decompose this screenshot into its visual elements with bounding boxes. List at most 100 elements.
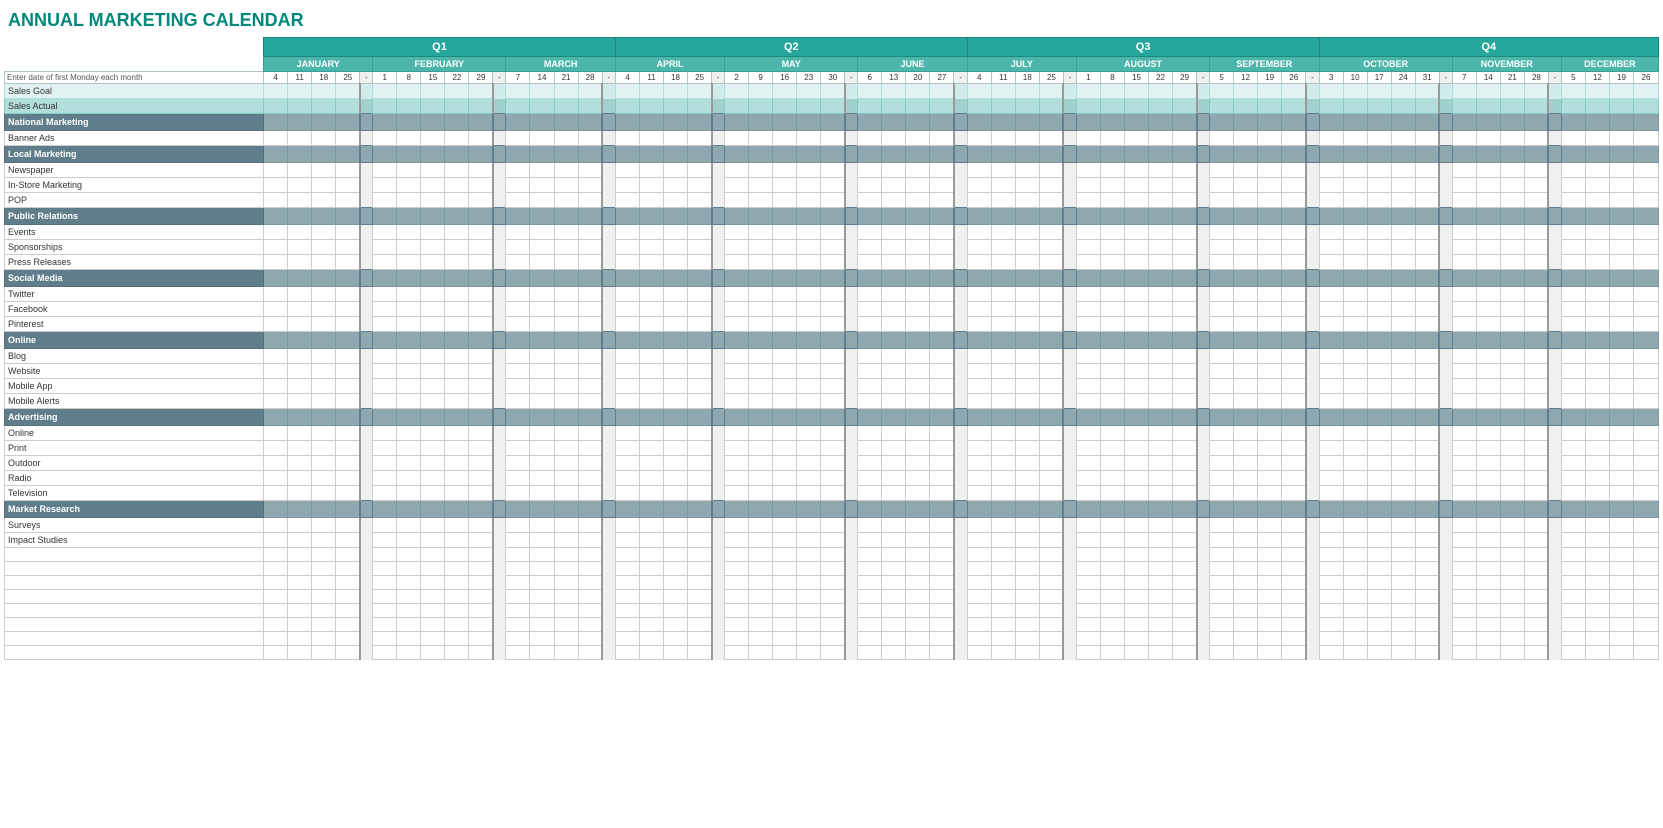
grid-cell[interactable] [336,193,360,208]
grid-cell[interactable] [336,518,360,533]
grid-cell[interactable] [725,562,749,576]
grid-cell[interactable] [554,349,578,364]
grid-cell[interactable] [288,590,312,604]
grid-cell[interactable] [264,270,288,287]
grid-cell[interactable] [1500,178,1524,193]
grid-cell[interactable] [664,576,688,590]
grid-cell[interactable] [1609,270,1633,287]
grid-cell[interactable] [930,131,954,146]
grid-cell[interactable] [530,533,554,548]
grid-cell[interactable] [1149,302,1173,317]
grid-cell[interactable] [930,576,954,590]
grid-cell[interactable] [1258,317,1282,332]
grid-cell[interactable] [397,646,421,660]
grid-cell[interactable] [288,317,312,332]
grid-cell[interactable] [1173,332,1197,349]
grid-cell[interactable] [1210,317,1234,332]
grid-cell[interactable] [906,225,930,240]
grid-cell[interactable] [639,646,663,660]
grid-cell[interactable] [373,131,397,146]
grid-cell[interactable] [1634,646,1659,660]
grid-cell[interactable] [1258,409,1282,426]
grid-cell[interactable] [469,270,493,287]
grid-cell[interactable] [1015,240,1039,255]
grid-cell[interactable] [1415,208,1439,225]
grid-cell[interactable] [288,193,312,208]
grid-cell[interactable] [1100,146,1124,163]
grid-cell[interactable] [506,131,530,146]
grid-cell[interactable] [1124,255,1148,270]
grid-cell[interactable] [1561,364,1585,379]
grid-cell[interactable] [1258,114,1282,131]
grid-cell[interactable] [469,302,493,317]
grid-cell[interactable] [1585,317,1609,332]
grid-cell[interactable] [858,99,882,114]
grid-cell[interactable] [469,317,493,332]
grid-cell[interactable] [1015,441,1039,456]
grid-cell[interactable] [1367,163,1391,178]
grid-cell[interactable] [445,332,469,349]
grid-cell[interactable] [1524,349,1548,364]
grid-cell[interactable] [1524,84,1548,99]
grid-cell[interactable] [1476,240,1500,255]
grid-cell[interactable] [1609,471,1633,486]
grid-cell[interactable] [554,208,578,225]
grid-cell[interactable] [906,332,930,349]
grid-cell[interactable] [336,426,360,441]
grid-cell[interactable] [1039,178,1063,193]
grid-cell[interactable] [397,287,421,302]
grid-cell[interactable] [1076,225,1100,240]
grid-cell[interactable] [749,618,773,632]
grid-cell[interactable] [421,379,445,394]
grid-cell[interactable] [469,409,493,426]
grid-cell[interactable] [664,349,688,364]
grid-cell[interactable] [615,471,639,486]
grid-cell[interactable] [906,255,930,270]
grid-cell[interactable] [664,441,688,456]
grid-cell[interactable] [1500,409,1524,426]
grid-cell[interactable] [615,270,639,287]
grid-cell[interactable] [578,114,602,131]
grid-cell[interactable] [1634,379,1659,394]
grid-cell[interactable] [773,590,797,604]
grid-cell[interactable] [1124,163,1148,178]
grid-cell[interactable] [1124,99,1148,114]
grid-cell[interactable] [1015,225,1039,240]
grid-cell[interactable] [1124,240,1148,255]
grid-cell[interactable] [1609,84,1633,99]
grid-cell[interactable] [1015,208,1039,225]
grid-cell[interactable] [1234,441,1258,456]
grid-cell[interactable] [506,302,530,317]
grid-cell[interactable] [373,426,397,441]
grid-cell[interactable] [469,576,493,590]
grid-cell[interactable] [639,632,663,646]
grid-cell[interactable] [1561,240,1585,255]
grid-cell[interactable] [688,208,712,225]
grid-cell[interactable] [1524,270,1548,287]
grid-cell[interactable] [639,364,663,379]
grid-cell[interactable] [725,255,749,270]
grid-cell[interactable] [1173,562,1197,576]
grid-cell[interactable] [1234,394,1258,409]
grid-cell[interactable] [1367,486,1391,501]
grid-cell[interactable] [1173,225,1197,240]
grid-cell[interactable] [1124,302,1148,317]
grid-cell[interactable] [930,317,954,332]
grid-cell[interactable] [1452,471,1476,486]
grid-cell[interactable] [445,426,469,441]
grid-cell[interactable] [797,646,821,660]
grid-cell[interactable] [1319,394,1343,409]
grid-cell[interactable] [906,270,930,287]
grid-cell[interactable] [688,178,712,193]
grid-cell[interactable] [1076,501,1100,518]
grid-cell[interactable] [1015,548,1039,562]
grid-cell[interactable] [1500,471,1524,486]
grid-cell[interactable] [1039,533,1063,548]
grid-cell[interactable] [554,441,578,456]
grid-cell[interactable] [1500,163,1524,178]
grid-cell[interactable] [1210,255,1234,270]
grid-cell[interactable] [1282,270,1306,287]
grid-cell[interactable] [1343,225,1367,240]
grid-cell[interactable] [1524,193,1548,208]
grid-cell[interactable] [1524,590,1548,604]
